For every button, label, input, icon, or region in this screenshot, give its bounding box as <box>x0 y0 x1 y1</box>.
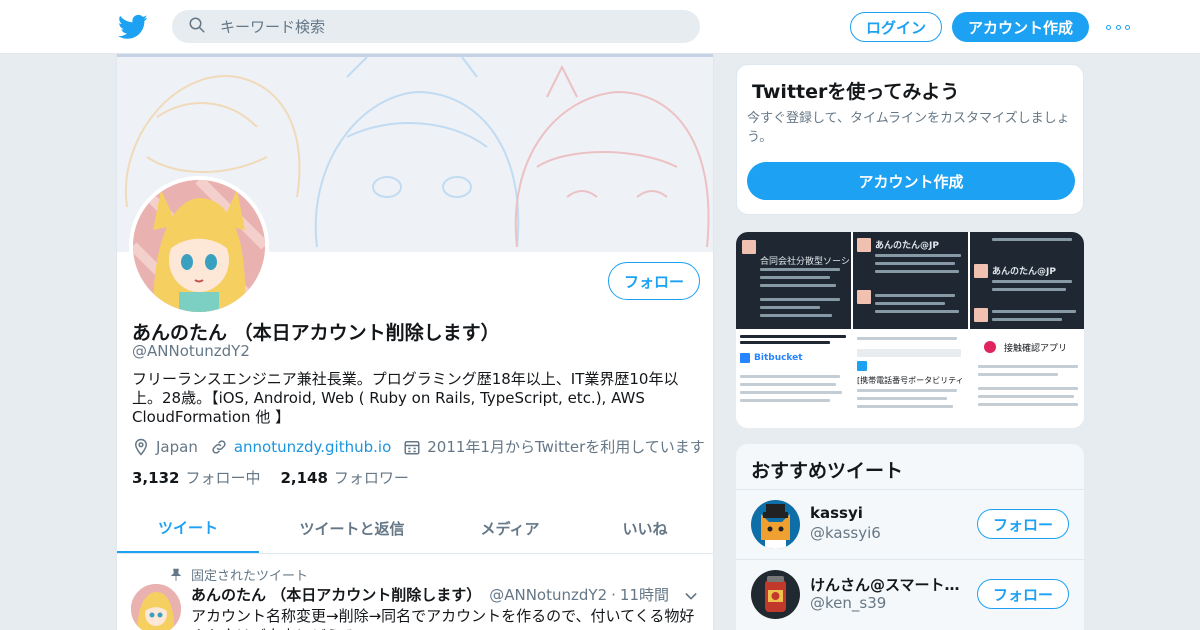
twitter-bird-icon[interactable] <box>118 12 148 42</box>
followers-count-link[interactable]: 2,148 フォロワー <box>280 467 408 488</box>
followers-count: 2,148 <box>280 469 328 487</box>
more-options-icon[interactable] <box>1106 18 1130 36</box>
pinned-indicator: 固定されたツイート <box>169 565 308 584</box>
tweet-text: アカウント名称変更→削除→同名でアカウントを作るので、付いてくる物好きな方はご自… <box>191 607 695 630</box>
tweet-time[interactable]: 11時間 <box>620 586 669 604</box>
chevron-down-icon[interactable] <box>683 588 699 604</box>
media-thumb[interactable]: Bitbucket <box>736 331 851 428</box>
tweet-author-name[interactable]: あんのたん （本日アカウント削除します） <box>191 586 481 604</box>
following-count-link[interactable]: 3,132 フォロー中 <box>132 467 260 488</box>
recommended-user-avatar[interactable] <box>751 570 800 619</box>
media-thumb-caption: 合同会社分散型ソーシャル <box>760 257 851 267</box>
location-pin-icon <box>134 438 148 456</box>
profile-bio: フリーランスエンジニア兼社長業。プログラミング歴18年以上、IT業界歴10年以上… <box>132 370 679 426</box>
profile-column: フォロー あんのたん （本日アカウント削除します） @ANNotunzdY2 フ… <box>116 54 714 630</box>
profile-display-name: あんのたん （本日アカウント削除します） <box>132 322 500 344</box>
recommended-user-name[interactable]: kassyi <box>810 504 863 522</box>
link-icon <box>212 439 226 454</box>
recommended-follow-button[interactable]: フォロー <box>977 579 1069 609</box>
follow-counts: 3,132 フォロー中 2,148 フォロワー <box>132 467 429 488</box>
media-thumb[interactable]: あんのたん@JP <box>853 232 968 329</box>
media-thumb[interactable]: 接触確認アプリ <box>970 331 1084 428</box>
tab-tweets-and-replies[interactable]: ツイートと返信 <box>259 504 445 553</box>
media-gallery: 合同会社分散型ソーシャル あんのたん@JP あんのたん@JP Bitbucket <box>736 232 1084 428</box>
follow-button[interactable]: フォロー <box>608 262 700 300</box>
media-thumb-caption: 接触確認アプリ <box>1004 344 1068 354</box>
profile-meta: Japan annotunzdy.github.io 2011年1月からTwit… <box>132 436 713 457</box>
signup-card: Twitterを使ってみよう 今すぐ登録して、タイムラインをカスタマイズしましょ… <box>736 64 1084 215</box>
profile-tabs: ツイート ツイートと返信 メディア いいね <box>117 504 713 554</box>
signup-card-description: 今すぐ登録して、タイムラインをカスタマイズしましょう。 <box>747 111 1070 145</box>
recommended-user-handle[interactable]: @kassyi6 <box>810 524 881 542</box>
recommended-title: おすすめツイート <box>751 460 904 482</box>
recommended-tweets: おすすめツイート kassyi @kassyi6 フォロー けんさん@スマート…… <box>736 444 1084 630</box>
recommended-user-name[interactable]: けんさん@スマート… <box>810 574 960 595</box>
signup-card-button[interactable]: アカウント作成 <box>747 162 1075 200</box>
pin-icon <box>170 568 182 581</box>
profile-joined-date: 2011年1月からTwitterを利用しています <box>427 438 705 456</box>
search-input[interactable] <box>220 17 660 36</box>
recommended-user-row[interactable]: kassyi @kassyi6 フォロー <box>736 489 1084 559</box>
login-button[interactable]: ログイン <box>850 12 942 42</box>
tweet-author-handle[interactable]: @ANNotunzdY2 <box>489 586 607 604</box>
search-bar[interactable] <box>172 10 700 43</box>
calendar-icon <box>404 440 420 454</box>
search-icon <box>188 16 206 38</box>
tweet-header: あんのたん （本日アカウント削除します） @ANNotunzdY2 · 11時間 <box>191 586 669 604</box>
following-count: 3,132 <box>132 469 180 487</box>
tab-media[interactable]: メディア <box>445 504 575 553</box>
followers-label: フォロワー <box>333 469 409 487</box>
tab-tweets[interactable]: ツイート <box>117 504 259 553</box>
pinned-label: 固定されたツイート <box>191 569 309 584</box>
profile-website-link[interactable]: annotunzdy.github.io <box>234 438 391 456</box>
media-thumb-caption: あんのたん@JP <box>875 241 939 251</box>
media-thumb[interactable]: 合同会社分散型ソーシャル <box>736 232 851 329</box>
media-thumb[interactable]: [携帯電話番号ポータビリティ（MNP）] <box>853 331 968 428</box>
tab-likes[interactable]: いいね <box>575 504 713 553</box>
profile-handle: @ANNotunzdY2 <box>132 342 250 360</box>
top-navigation-bar: ログイン アカウント作成 <box>0 0 1200 54</box>
profile-avatar[interactable] <box>129 176 269 316</box>
media-thumb-caption: [携帯電話番号ポータビリティ（MNP）] <box>857 376 968 385</box>
recommended-user-handle[interactable]: @ken_s39 <box>810 594 886 612</box>
recommended-follow-button[interactable]: フォロー <box>977 509 1069 539</box>
profile-location: Japan <box>156 437 198 456</box>
tweet-author-avatar[interactable] <box>131 584 181 630</box>
media-thumb[interactable]: あんのたん@JP <box>970 232 1084 329</box>
following-label: フォロー中 <box>185 469 261 487</box>
media-thumb-caption: あんのたん@JP <box>992 267 1056 277</box>
recommended-user-row[interactable]: けんさん@スマート… @ken_s39 フォロー <box>736 559 1084 629</box>
recommended-user-avatar[interactable] <box>751 500 800 549</box>
signup-card-title: Twitterを使ってみよう <box>752 81 960 103</box>
media-thumb-caption: Bitbucket <box>754 353 803 363</box>
signup-button[interactable]: アカウント作成 <box>952 12 1089 42</box>
